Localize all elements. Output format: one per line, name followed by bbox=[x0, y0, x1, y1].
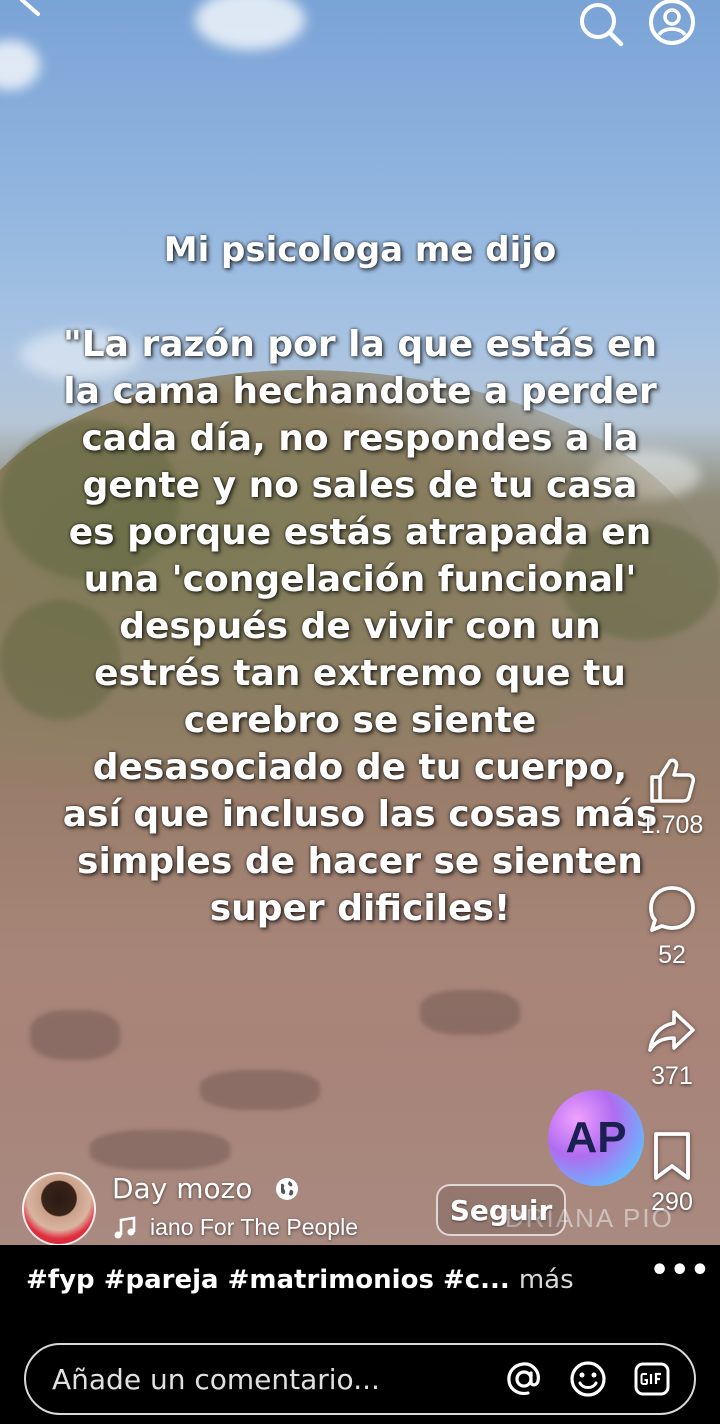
rock bbox=[200, 1070, 320, 1110]
mention-button[interactable] bbox=[502, 1357, 546, 1401]
sound-info[interactable]: iano For The People bbox=[112, 1214, 358, 1241]
caption-more-link[interactable]: más bbox=[519, 1265, 574, 1295]
caption-text: #fyp #pareja #matrimonios #c... bbox=[26, 1265, 510, 1295]
comment-button[interactable]: 52 bbox=[622, 883, 720, 970]
author-username[interactable]: Day mozo bbox=[112, 1172, 252, 1205]
back-button[interactable] bbox=[18, 0, 58, 26]
search-button[interactable] bbox=[574, 0, 626, 50]
gif-icon bbox=[634, 1362, 670, 1396]
profile-icon bbox=[649, 0, 695, 45]
comment-bubble-icon bbox=[649, 886, 695, 932]
bottom-panel: #fyp #pareja #matrimonios #c... más ••• … bbox=[0, 1245, 720, 1424]
more-options-button[interactable]: ••• bbox=[650, 1253, 711, 1288]
rock bbox=[30, 1010, 120, 1060]
caption[interactable]: #fyp #pareja #matrimonios #c... más bbox=[26, 1265, 574, 1295]
rock bbox=[420, 990, 520, 1035]
share-button[interactable]: 371 bbox=[622, 1006, 720, 1091]
overlay-body: "La razón por la que estás en la cama he… bbox=[62, 324, 658, 929]
follow-button[interactable]: Seguir bbox=[436, 1184, 566, 1236]
like-button[interactable]: 1.708 bbox=[622, 755, 720, 840]
avatar[interactable] bbox=[22, 1172, 96, 1246]
music-note-icon bbox=[114, 1215, 136, 1238]
sound-title: iano For The People bbox=[150, 1214, 358, 1240]
bookmark-icon bbox=[654, 1132, 690, 1180]
gif-button[interactable] bbox=[630, 1357, 674, 1401]
comment-input[interactable]: Añade un comentario... bbox=[52, 1363, 502, 1396]
search-icon bbox=[580, 3, 624, 47]
like-count: 1.708 bbox=[640, 811, 704, 839]
smiley-icon bbox=[570, 1361, 606, 1397]
overlay-title: Mi psicologa me dijo bbox=[163, 230, 557, 270]
comment-input-box[interactable]: Añade un comentario... bbox=[24, 1343, 696, 1415]
video-player[interactable]: Mi psicologa me dijo "La razón por la qu… bbox=[0, 0, 720, 1245]
thumbs-up-icon bbox=[650, 758, 695, 803]
ground bbox=[0, 900, 720, 1245]
cloud bbox=[195, 0, 305, 50]
share-arrow-icon bbox=[648, 1010, 695, 1052]
emoji-button[interactable] bbox=[566, 1357, 610, 1401]
rock bbox=[90, 1130, 230, 1170]
globe-icon bbox=[276, 1178, 298, 1200]
cloud bbox=[0, 40, 40, 90]
share-count: 371 bbox=[651, 1062, 693, 1090]
comment-count: 52 bbox=[658, 941, 686, 969]
profile-button[interactable] bbox=[646, 0, 698, 50]
watermark-logo: AP bbox=[548, 1090, 644, 1186]
back-icon bbox=[20, 0, 40, 16]
at-sign-icon bbox=[507, 1362, 540, 1396]
video-overlay-text: Mi psicologa me dijo "La razón por la qu… bbox=[30, 225, 690, 932]
